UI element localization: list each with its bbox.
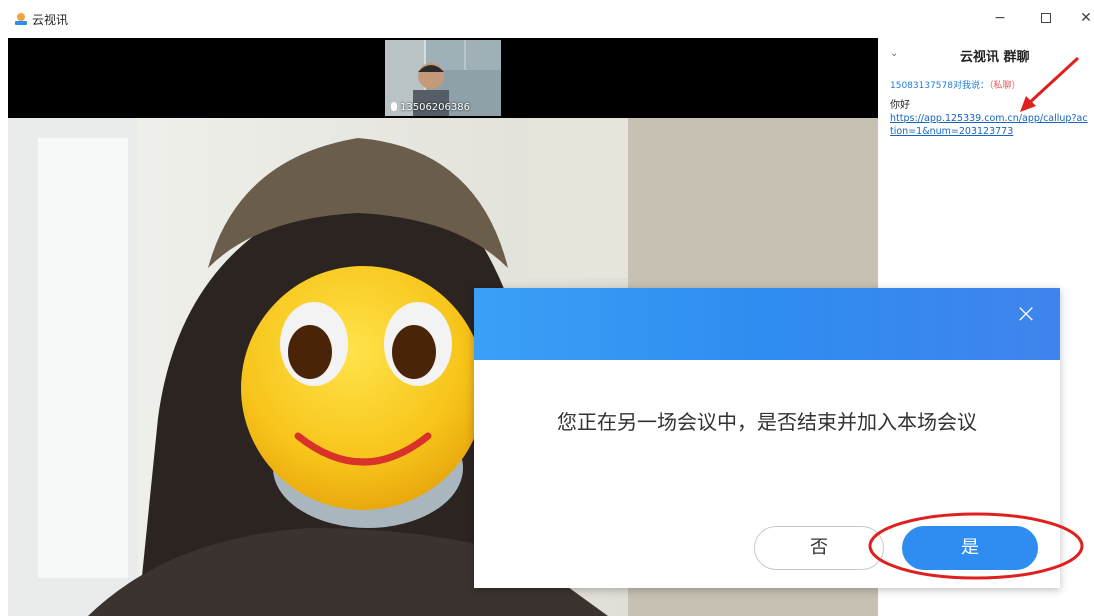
yes-button[interactable]: 是 — [902, 526, 1038, 570]
chat-title: 云视讯 群聊 — [960, 50, 1030, 65]
app-title: 云视讯 — [32, 13, 69, 27]
join-meeting-dialog: × 您正在另一场会议中，是否结束并加入本场会议 否 是 — [474, 288, 1060, 588]
participant-thumbnail[interactable]: 13506206386 — [385, 40, 501, 116]
window-close-button[interactable]: ✕ — [1076, 8, 1094, 28]
app-window: 云视讯 − ✕ 13506206386 ⌄ 云视讯 群聊 15083137578… — [0, 0, 1094, 616]
dialog-close-icon[interactable]: × — [1014, 301, 1038, 327]
maximize-button[interactable] — [1036, 8, 1056, 28]
dialog-header: × — [474, 288, 1060, 360]
maximize-icon — [1041, 13, 1051, 23]
dialog-message: 您正在另一场会议中，是否结束并加入本场会议 — [557, 410, 977, 434]
chat-message: 你好 — [890, 100, 910, 111]
no-button[interactable]: 否 — [754, 526, 884, 570]
private-chat-tag: （私聊） — [989, 81, 1021, 91]
chat-sender: 15083137578对我说：（私聊） — [890, 81, 1021, 91]
participant-name: 13506206386 — [391, 102, 470, 113]
chat-link[interactable]: https://app.125339.com.cn/app/callup?act… — [890, 112, 1090, 138]
chevron-down-icon[interactable]: ⌄ — [890, 48, 898, 59]
minimize-button[interactable]: − — [990, 8, 1010, 28]
microphone-muted-icon — [391, 102, 397, 111]
yunshixun-logo-icon — [15, 13, 27, 25]
title-bar: 云视讯 − ✕ — [0, 0, 1094, 38]
participant-thumbnail-bar: 13506206386 — [8, 38, 878, 118]
